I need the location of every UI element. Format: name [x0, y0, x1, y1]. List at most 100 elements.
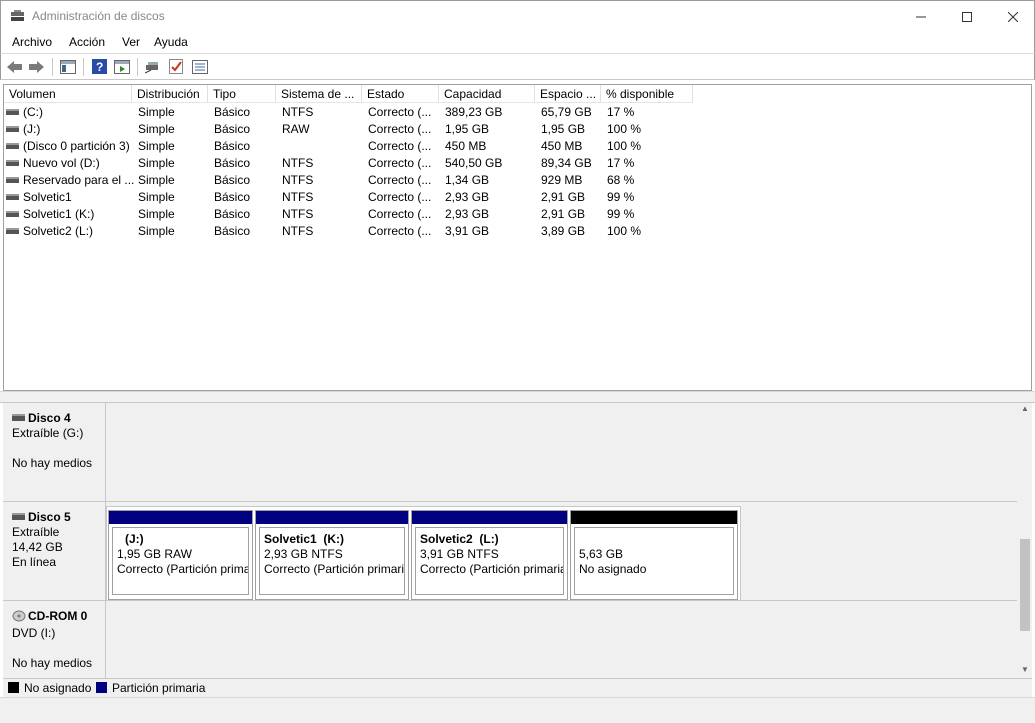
partition-block[interactable]: 5,63 GB No asignado [570, 510, 738, 600]
disk-type: Extraíble (G:) [12, 426, 84, 440]
partition-block[interactable]: (J:) 1,95 GB RAW Correcto (Partición pri… [108, 510, 253, 600]
cell-layout: Simple [138, 105, 175, 119]
svg-text:?: ? [96, 60, 103, 74]
forward-icon[interactable] [28, 58, 46, 75]
volume-icon [6, 126, 19, 132]
cell-type: Básico [214, 173, 251, 187]
scroll-up-icon[interactable]: ▲ [1020, 404, 1030, 416]
col-capacidad[interactable]: Capacidad [439, 85, 535, 103]
back-icon[interactable] [6, 58, 24, 75]
menu-ayuda[interactable]: Ayuda [154, 35, 188, 49]
cell-free: 450 MB [541, 139, 583, 153]
disk-name: Disco 5 [28, 510, 71, 524]
cell-capacity: 450 MB [445, 139, 487, 153]
volume-list[interactable]: Volumen Distribución Tipo Sistema de ...… [3, 84, 1032, 391]
primary-partition-bar [412, 511, 567, 524]
cell-type: Básico [214, 139, 251, 153]
cell-name: Solvetic1 [23, 190, 72, 204]
menu-bar: Archivo Acción Ver Ayuda [0, 31, 1035, 53]
cell-capacity: 3,91 GB [445, 224, 490, 238]
maximize-button[interactable] [944, 1, 990, 32]
close-button[interactable] [990, 1, 1035, 32]
action-pane-icon[interactable] [113, 58, 131, 75]
partition-block[interactable]: Solvetic2 (L:) 3,91 GB NTFS Correcto (Pa… [411, 510, 568, 600]
cell-name: (J:) [23, 122, 41, 136]
cell-type: Básico [214, 207, 251, 221]
unallocated-bar [571, 511, 737, 524]
partition-status: Correcto (Partición primaria) [264, 562, 405, 576]
col-estado[interactable]: Estado [362, 85, 439, 103]
table-row[interactable]: Solvetic1 (K:) Simple Básico NTFS Correcto (… [4, 206, 704, 223]
cell-free: 1,95 GB [541, 122, 586, 136]
cell-status: Correcto (... [368, 105, 432, 119]
partition-name: (J:) [125, 532, 144, 546]
properties-icon[interactable] [191, 58, 209, 75]
cell-fs: NTFS [282, 156, 314, 170]
graph-scrollbar[interactable]: ▲ ▼ [1017, 403, 1032, 678]
disk-row[interactable]: Disco 4 Extraíble (G:) No hay medios [3, 403, 1017, 502]
cell-fs: NTFS [282, 105, 314, 119]
cell-pct: 99 % [607, 190, 635, 204]
table-row[interactable]: (Disco 0 partición 3) Simple Básico Correct… [4, 138, 704, 155]
volume-icon [6, 177, 19, 183]
disk-status: No hay medios [12, 456, 93, 470]
partition-block[interactable]: Solvetic1 (K:) 2,93 GB NTFS Correcto (Pa… [255, 510, 409, 600]
col-distribucion[interactable]: Distribución [132, 85, 208, 103]
pane-splitter[interactable] [0, 391, 1035, 403]
disk-info[interactable]: Disco 4 Extraíble (G:) No hay medios [3, 403, 106, 501]
disk-info[interactable]: Disco 5 Extraíble 14,42 GB En línea [3, 502, 106, 600]
disk-info[interactable]: CD-ROM 0 DVD (I:) No hay medios [3, 601, 106, 678]
cell-fs: NTFS [282, 173, 314, 187]
disk-type: DVD (I:) [12, 626, 56, 640]
table-row[interactable]: Solvetic2 (L:) Simple Básico NTFS Correcto (… [4, 223, 704, 240]
minimize-button[interactable] [898, 1, 944, 32]
menu-accion[interactable]: Acción [69, 35, 105, 49]
console-tree-icon[interactable] [59, 58, 77, 75]
help-icon[interactable]: ? [90, 58, 108, 75]
cell-free: 2,91 GB [541, 190, 586, 204]
cell-free: 2,91 GB [541, 207, 586, 221]
disk-size [12, 641, 105, 656]
col-tipo[interactable]: Tipo [208, 85, 276, 103]
cell-layout: Simple [138, 190, 175, 204]
cell-name: Solvetic1 (K:) [23, 207, 95, 221]
scroll-down-icon[interactable]: ▼ [1020, 665, 1030, 677]
table-row[interactable]: (C:) Simple Básico NTFS Correcto (... 389,23 … [4, 104, 704, 121]
cell-capacity: 2,93 GB [445, 207, 490, 221]
cell-capacity: 2,93 GB [445, 190, 490, 204]
cell-pct: 17 % [607, 156, 635, 170]
cell-fs: NTFS [282, 207, 314, 221]
table-row[interactable]: Solvetic1 Simple Básico NTFS Correcto (... 2,… [4, 189, 704, 206]
cell-capacity: 1,95 GB [445, 122, 490, 136]
disk-management-icon [10, 10, 25, 23]
connect-disk-icon[interactable] [144, 58, 162, 75]
col-espacio[interactable]: Espacio ... [535, 85, 601, 103]
cell-pct: 100 % [607, 224, 642, 238]
col-sistema[interactable]: Sistema de ... [276, 85, 362, 103]
title-bar: Administración de discos [0, 0, 1035, 31]
menu-archivo[interactable]: Archivo [12, 35, 52, 49]
disk-size: 14,42 GB [12, 540, 63, 554]
checklist-icon[interactable] [167, 58, 185, 75]
partition-size: 1,95 GB RAW [117, 547, 192, 561]
legend: No asignado Partición primaria [3, 678, 1032, 697]
table-row[interactable]: (J:) Simple Básico RAW Correcto (... 1,95 GB 1… [4, 121, 704, 138]
col-volumen[interactable]: Volumen [4, 85, 132, 103]
table-row[interactable]: Reservado para el ... Simple Básico NTFS Cor… [4, 172, 704, 189]
cell-name: (C:) [23, 105, 43, 119]
cell-status: Correcto (... [368, 207, 432, 221]
disk-row[interactable]: CD-ROM 0 DVD (I:) No hay medios [3, 601, 1017, 678]
col-disponible[interactable]: % disponible [601, 85, 693, 103]
cell-layout: Simple [138, 173, 175, 187]
table-row[interactable]: Nuevo vol (D:) Simple Básico NTFS Correcto (… [4, 155, 704, 172]
volume-icon [6, 228, 19, 234]
cell-fs: RAW [282, 122, 310, 136]
cell-layout: Simple [138, 139, 175, 153]
scroll-thumb[interactable] [1020, 539, 1030, 631]
partition-name: Solvetic1 (K:) [264, 532, 345, 546]
partition-size: 2,93 GB NTFS [264, 547, 343, 561]
menu-ver[interactable]: Ver [122, 35, 140, 49]
cell-pct: 68 % [607, 173, 635, 187]
disk-name: Disco 4 [28, 411, 71, 425]
cell-status: Correcto (... [368, 139, 432, 153]
